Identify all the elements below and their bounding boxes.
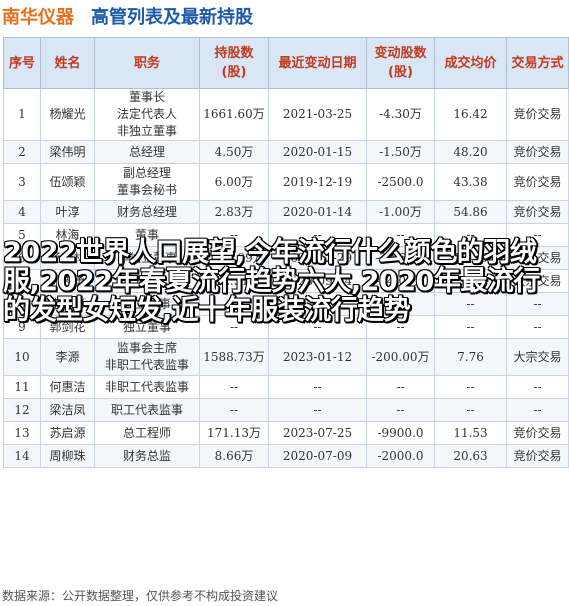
cell-no: 14: [3, 444, 41, 468]
cell-date: --: [268, 398, 367, 422]
col-header-role[interactable]: 职务: [94, 37, 200, 89]
col-header-date[interactable]: 最近变动日期: [268, 37, 367, 89]
cell-method: --: [506, 398, 569, 422]
cell-method: 竞价交易: [506, 200, 569, 224]
data-source-note: 数据来源：公开数据整理，仅供参考不构成投资建议: [2, 589, 279, 603]
table-header-row: 序号 姓名 职务 持股数 (股) 最近变动日期 变动股数 (股) 成交均价 交易…: [3, 37, 569, 89]
cell-method: 大宗交易: [506, 338, 569, 376]
table-row: 4 叶淳 财务总经理 2.83万 2020-01-14 -1.00万 54.86 竞价交易: [3, 200, 569, 224]
cell-name: 梁洁凤: [40, 398, 95, 422]
cell-role: 总工程师: [94, 421, 200, 445]
cell-date: 2020-07-09: [268, 444, 367, 468]
cell-name: 梁伟明: [40, 140, 95, 164]
cell-shares: 8.66万: [199, 444, 269, 468]
cell-method: 竞价交易: [506, 88, 569, 141]
cell-date: 2023-07-25: [268, 421, 367, 445]
cell-price: 43.38: [434, 163, 507, 201]
cell-shares: 171.13万: [199, 421, 269, 445]
cell-role: 财务总经理: [94, 200, 200, 224]
cell-shares: 2.83万: [199, 200, 269, 224]
cell-change: --: [366, 375, 435, 399]
cell-no: 10: [3, 338, 41, 376]
cell-no: 3: [3, 163, 41, 201]
cell-change: --: [366, 398, 435, 422]
table-row: 1 杨耀光 董事长 法定代表人 非独立董事 1661.60万 2021-03-25 -4.…: [3, 88, 569, 141]
cell-change: -9900.0: [366, 421, 435, 445]
cell-price: --: [434, 398, 507, 422]
brand-name: 南华仪器: [2, 7, 74, 28]
col-header-change[interactable]: 变动股数 (股): [366, 37, 435, 89]
cell-name: 杨耀光: [40, 88, 95, 141]
cell-name: 周柳珠: [40, 444, 95, 468]
cell-role: 总经理: [94, 140, 200, 164]
cell-name: 苏启源: [40, 421, 95, 445]
cell-date: 2020-01-14: [268, 200, 367, 224]
table-row: 3 伍颂颖 副总经理 董事会秘书 6.00万 2019-12-19 -2500.0 43.3…: [3, 163, 569, 201]
cell-shares: --: [199, 375, 269, 399]
cell-shares: 1661.60万: [199, 88, 269, 141]
cell-shares: 4.50万: [199, 140, 269, 164]
cell-change: -200.00万: [366, 338, 435, 376]
table-row: 2 梁伟明 总经理 4.50万 2020-01-15 -1.50万 48.20 竞价交易: [3, 140, 569, 164]
cell-name: 何惠洁: [40, 375, 95, 399]
cell-price: 7.76: [434, 338, 507, 376]
cell-shares: 1588.73万: [199, 338, 269, 376]
cell-no: 11: [3, 375, 41, 399]
cell-name: 李源: [40, 338, 95, 376]
cell-method: 竞价交易: [506, 444, 569, 468]
page-title: 高管列表及最新持股: [91, 7, 253, 28]
table-row: 14 周柳珠 财务总监 8.66万 2020-07-09 -2000.0 20.63 竞价交易: [3, 444, 569, 468]
cell-no: 12: [3, 398, 41, 422]
cell-price: --: [434, 375, 507, 399]
cell-role: 职工代表监事: [94, 398, 200, 422]
cell-role: 非职工代表监事: [94, 375, 200, 399]
cell-role: 监事会主席 非职工代表监事: [94, 338, 200, 376]
overlay-headline: 2022世界人口展望,今年流行什么颜色的羽绒服,2022年春夏流行趋势六大,20…: [3, 237, 540, 326]
cell-change: -1.50万: [366, 140, 435, 164]
cell-date: 2021-03-25: [268, 88, 367, 141]
cell-method: --: [506, 375, 569, 399]
cell-name: 伍颂颖: [40, 163, 95, 201]
cell-method: 竞价交易: [506, 421, 569, 445]
cell-method: 竞价交易: [506, 163, 569, 201]
cell-date: 2023-01-12: [268, 338, 367, 376]
cell-change: -1.00万: [366, 200, 435, 224]
cell-name: 叶淳: [40, 200, 95, 224]
cell-no: 1: [3, 88, 41, 141]
cell-change: -2000.0: [366, 444, 435, 468]
cell-change: -4.30万: [366, 88, 435, 141]
col-header-method[interactable]: 交易方式: [506, 37, 569, 89]
cell-change: -2500.0: [366, 163, 435, 201]
cell-role: 副总经理 董事会秘书: [94, 163, 200, 201]
page-header: 南华仪器 高管列表及最新持股: [0, 0, 569, 34]
col-header-shares[interactable]: 持股数 (股): [199, 37, 269, 89]
cell-date: --: [268, 375, 367, 399]
cell-no: 2: [3, 140, 41, 164]
cell-price: 48.20: [434, 140, 507, 164]
col-header-name[interactable]: 姓名: [40, 37, 95, 89]
cell-price: 20.63: [434, 444, 507, 468]
cell-shares: 6.00万: [199, 163, 269, 201]
cell-role: 董事长 法定代表人 非独立董事: [94, 88, 200, 141]
cell-date: 2020-01-15: [268, 140, 367, 164]
cell-date: 2019-12-19: [268, 163, 367, 201]
table-row: 10 李源 监事会主席 非职工代表监事 1588.73万 2023-01-12 -200.…: [3, 338, 569, 376]
col-header-price[interactable]: 成交均价: [434, 37, 507, 89]
table-row: 12 梁洁凤 职工代表监事 -- -- -- -- --: [3, 398, 569, 422]
cell-price: 16.42: [434, 88, 507, 141]
cell-price: 54.86: [434, 200, 507, 224]
table-row: 11 何惠洁 非职工代表监事 -- -- -- -- --: [3, 375, 569, 399]
col-header-no[interactable]: 序号: [3, 37, 41, 89]
cell-price: 11.53: [434, 421, 507, 445]
cell-shares: --: [199, 398, 269, 422]
cell-role: 财务总监: [94, 444, 200, 468]
table-row: 13 苏启源 总工程师 171.13万 2023-07-25 -9900.0 11.53 竞价…: [3, 421, 569, 445]
cell-no: 13: [3, 421, 41, 445]
cell-method: 竞价交易: [506, 140, 569, 164]
cell-no: 4: [3, 200, 41, 224]
